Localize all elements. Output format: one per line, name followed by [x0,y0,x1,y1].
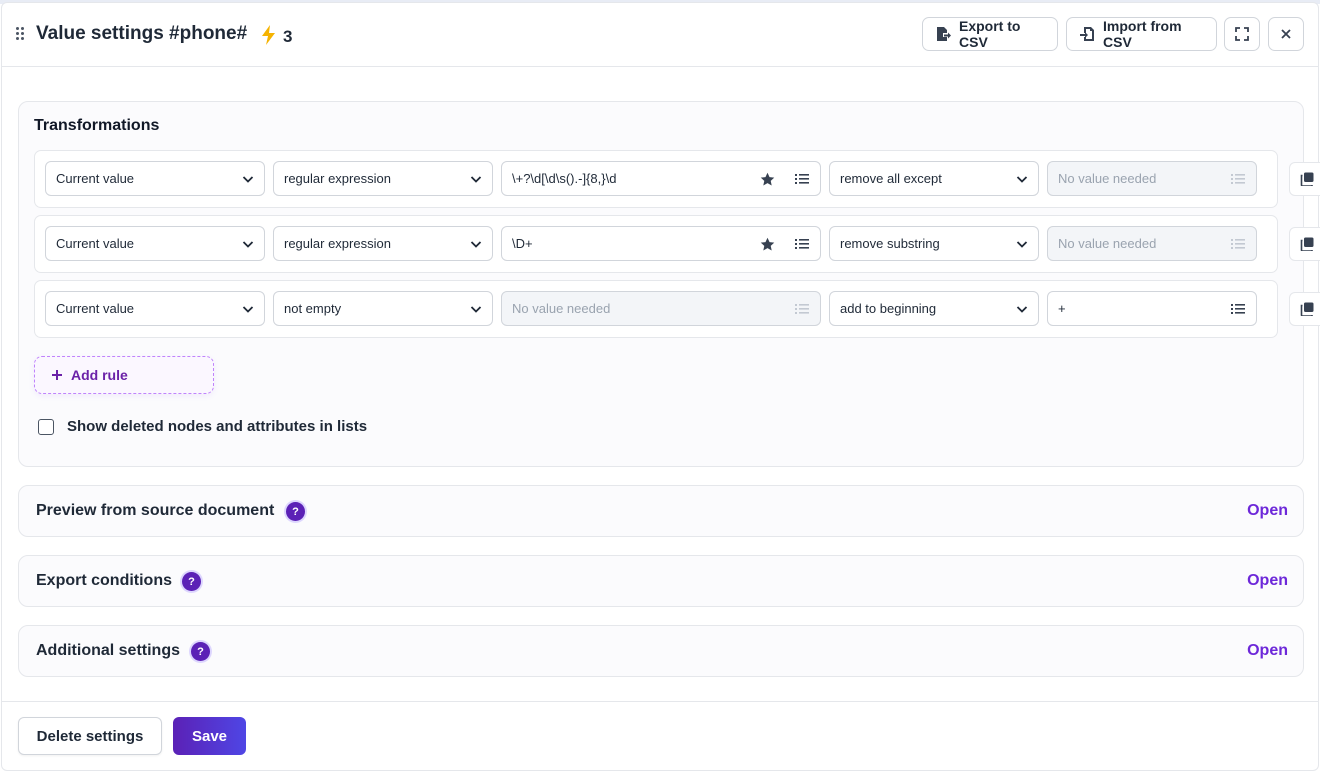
section-preview-source[interactable]: Preview from source document ? Open [18,485,1304,537]
value-settings-modal: Value settings #phone# 3 Export to CSV I… [1,2,1320,771]
export-csv-label: Export to CSV [959,18,1021,50]
chevron-down-icon [470,241,482,248]
transformations-title: Transformations [34,117,160,134]
chevron-down-icon [242,241,254,248]
chevron-down-icon [470,306,482,313]
chevron-down-icon [1016,241,1028,248]
show-deleted-row: Show deleted nodes and attributes in lis… [38,418,367,435]
modal-footer: Delete settings Save [2,701,1318,771]
source-select[interactable]: Current value [45,226,265,261]
import-file-icon [1080,27,1094,41]
condition-select-value: not empty [284,301,342,316]
source-select[interactable]: Current value [45,161,265,196]
lightning-icon [262,25,275,45]
action-value-input[interactable]: + [1047,291,1257,326]
pattern-input[interactable]: \+?\d[\d\s().-]{8,}\d [501,161,821,196]
pattern-input[interactable]: No value needed [501,291,821,326]
transformation-rule: Current value regular expression \D+ rem… [34,215,1278,273]
copy-icon [1300,172,1314,186]
section-title: Export conditions [36,572,172,589]
section-export-conditions[interactable]: Export conditions ? Open [18,555,1304,607]
help-icon[interactable]: ? [191,642,210,661]
source-select-value: Current value [56,301,135,316]
import-csv-button[interactable]: Import from CSV [1066,17,1217,51]
copy-icon [1300,237,1314,251]
copy-rule-button[interactable] [1289,292,1320,326]
list-icon [1231,239,1245,249]
list-icon[interactable] [1231,302,1245,316]
action-value-input[interactable]: No value needed [1047,161,1257,196]
source-select-value: Current value [56,171,135,186]
rule-count: 3 [283,27,293,46]
export-file-icon [937,27,951,41]
action-select[interactable]: remove all except [829,161,1039,196]
action-value-input[interactable]: No value needed [1047,226,1257,261]
pattern-input-value: \+?\d[\d\s().-]{8,}\d [512,171,617,186]
action-value-placeholder: No value needed [1058,236,1157,251]
copy-rule-button[interactable] [1289,227,1320,261]
condition-select-value: regular expression [284,171,391,186]
show-deleted-label[interactable]: Show deleted nodes and attributes in lis… [67,418,367,435]
show-deleted-checkbox[interactable] [38,418,54,435]
fullscreen-icon [1235,27,1249,41]
section-title: Additional settings [36,642,180,659]
plus-icon [52,370,62,380]
export-csv-button[interactable]: Export to CSV [922,17,1058,51]
list-icon [1231,174,1245,184]
close-icon [1281,29,1291,39]
open-link[interactable]: Open [1247,642,1288,660]
open-link[interactable]: Open [1247,502,1288,520]
chevron-down-icon [1016,306,1028,313]
drag-handle-icon[interactable] [16,27,26,41]
modal-header: Value settings #phone# 3 Export to CSV I… [2,3,1318,67]
chevron-down-icon [242,306,254,313]
action-value-placeholder: No value needed [1058,171,1157,186]
action-select-value: add to beginning [840,301,937,316]
action-select-value: remove substring [840,236,940,251]
transformations-panel: Transformations Current value regular ex… [18,101,1320,467]
action-select[interactable]: remove substring [829,226,1039,261]
add-rule-label: Add rule [71,367,128,383]
source-select-value: Current value [56,236,135,251]
delete-settings-button[interactable]: Delete settings [18,717,162,755]
pattern-input-value: \D+ [512,236,533,251]
condition-select-value: regular expression [284,236,391,251]
add-rule-button[interactable]: Add rule [34,356,214,394]
chevron-down-icon [242,176,254,183]
copy-icon [1300,302,1314,316]
pattern-input-placeholder: No value needed [512,301,611,316]
section-additional-settings[interactable]: Additional settings ? Open [18,625,1304,677]
fullscreen-button[interactable] [1224,17,1260,51]
condition-select[interactable]: not empty [273,291,493,326]
transformation-rule: Current value not empty No value needed … [34,280,1278,338]
star-icon[interactable] [760,172,775,187]
list-icon[interactable] [795,172,809,186]
close-button[interactable] [1268,17,1304,51]
pattern-input[interactable]: \D+ [501,226,821,261]
section-title: Preview from source document [36,502,275,519]
transformation-rule: Current value regular expression \+?\d[\… [34,150,1278,208]
action-value-text: + [1058,301,1066,316]
help-icon[interactable]: ? [182,572,201,591]
source-select[interactable]: Current value [45,291,265,326]
condition-select[interactable]: regular expression [273,226,493,261]
list-icon[interactable] [795,237,809,251]
star-icon[interactable] [760,237,775,252]
help-icon[interactable]: ? [286,502,305,521]
list-icon [795,304,809,314]
chevron-down-icon [1016,176,1028,183]
chevron-down-icon [470,176,482,183]
save-button[interactable]: Save [173,717,246,755]
open-link[interactable]: Open [1247,572,1288,590]
action-select-value: remove all except [840,171,942,186]
condition-select[interactable]: regular expression [273,161,493,196]
copy-rule-button[interactable] [1289,162,1320,196]
action-select[interactable]: add to beginning [829,291,1039,326]
modal-title: Value settings #phone# [36,23,248,44]
import-csv-label: Import from CSV [1103,18,1182,50]
